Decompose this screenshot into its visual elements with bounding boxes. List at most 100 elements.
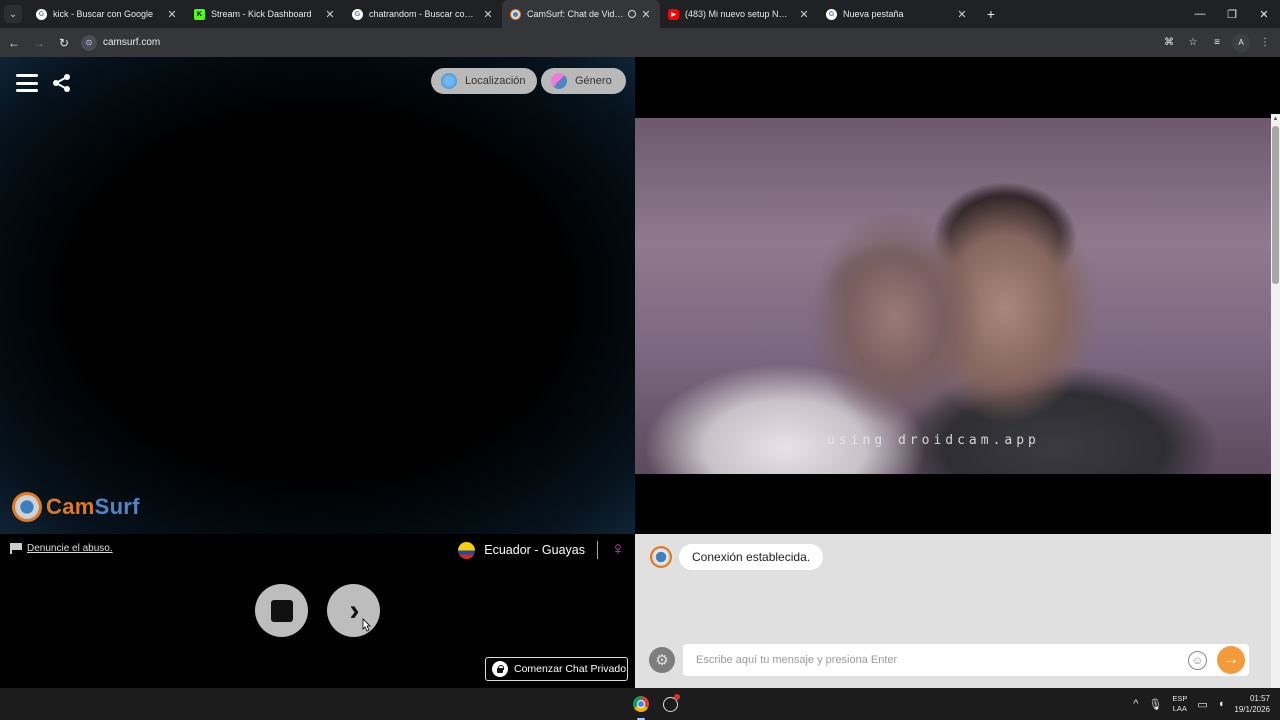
ecuador-flag-icon: [458, 541, 476, 559]
tab-kick-dashboard[interactable]: K Stream - Kick Dashboard ✕: [186, 0, 344, 28]
toolbar-actions: ⌘ ☆ ≡ A ⋮: [1160, 28, 1274, 57]
browser-tab-bar: ⌄ G kick - Buscar con Google ✕ K Stream …: [0, 0, 1280, 28]
close-icon[interactable]: ✕: [798, 8, 810, 21]
tab-title: Nueva pestaña: [843, 9, 904, 19]
tab-camsurf[interactable]: CamSurf: Chat de Video Al ✕: [502, 0, 660, 28]
female-icon: ♀: [610, 539, 625, 560]
tab-new-tab[interactable]: G Nueva pestaña ✕: [818, 0, 976, 28]
gender-filter-label: Género: [575, 75, 612, 87]
close-window-icon[interactable]: ✕: [1248, 0, 1280, 28]
microphone-icon[interactable]: 🎙: [1148, 698, 1162, 711]
close-icon[interactable]: ✕: [324, 8, 336, 21]
menu-icon[interactable]: [16, 74, 38, 92]
minimize-icon[interactable]: —: [1184, 0, 1216, 28]
google-icon: G: [352, 8, 363, 20]
controls-panel: Denuncie el abuso. Ecuador - Guayas ♀ › …: [0, 534, 635, 688]
tab-chatrandom-search[interactable]: G chatrandom - Buscar con Google ✕: [344, 0, 502, 28]
windows-start-icon[interactable]: [603, 696, 618, 711]
tab-title: kick - Buscar con Google: [53, 9, 154, 19]
recording-icon: [628, 10, 636, 18]
scroll-thumb[interactable]: [1272, 126, 1279, 284]
chevron-right-icon: ›: [349, 593, 360, 627]
maximize-icon[interactable]: ❐: [1216, 0, 1248, 28]
tab-search-button[interactable]: ⌄: [4, 5, 22, 23]
language-indicator[interactable]: ESP LAA: [1172, 694, 1187, 714]
camsurf-icon: [510, 8, 521, 20]
google-icon: G: [36, 8, 47, 20]
close-icon[interactable]: ✕: [166, 8, 178, 21]
stop-button[interactable]: [255, 584, 308, 637]
gender-icon: [551, 73, 567, 89]
obs-taskbar-icon[interactable]: [659, 693, 681, 715]
forward-icon[interactable]: →: [28, 32, 50, 54]
partner-location-label: Ecuador - Guayas: [484, 543, 585, 557]
send-button[interactable]: →: [1217, 646, 1245, 674]
report-abuse-link[interactable]: Denuncie el abuso.: [10, 543, 113, 554]
chat-message-input[interactable]: [683, 644, 1173, 676]
close-icon[interactable]: ✕: [482, 8, 494, 21]
clock[interactable]: 01:57 19/1/2026: [1234, 693, 1270, 715]
camsurf-avatar: [650, 546, 672, 568]
partner-location: Ecuador - Guayas: [458, 541, 598, 559]
window-controls: — ❐ ✕: [1184, 0, 1280, 28]
chevron-up-icon[interactable]: ^: [1133, 698, 1138, 710]
reload-icon[interactable]: ↻: [53, 32, 75, 54]
tab-title: CamSurf: Chat de Video Al: [527, 9, 624, 19]
chat-message: Conexión establecida.: [650, 544, 824, 570]
camsurf-logo-icon: [12, 492, 42, 522]
video-watermark: using droidcam.app: [827, 433, 1040, 448]
tab-title: Stream - Kick Dashboard: [211, 9, 312, 19]
mouse-cursor-icon: [362, 618, 371, 632]
settings-gear-icon[interactable]: ⚙: [649, 647, 675, 673]
site-info-icon[interactable]: ⊙: [81, 34, 97, 51]
scroll-up-icon[interactable]: ▲: [1272, 116, 1279, 124]
location-filter-label: Localización: [465, 75, 526, 87]
youtube-icon: ▶: [668, 8, 679, 20]
google-icon: G: [826, 8, 837, 20]
menu-kebab-icon[interactable]: ⋮: [1256, 34, 1274, 52]
tab-title: chatrandom - Buscar con Google: [369, 9, 478, 19]
lock-icon: [492, 661, 508, 677]
back-icon[interactable]: ←: [3, 32, 25, 54]
local-video-panel: Localización Género CamSurf: [0, 57, 635, 534]
globe-icon: [441, 73, 457, 89]
profile-avatar[interactable]: A: [1232, 33, 1250, 52]
chat-panel: Conexión establecida. ⚙ ☺ →: [635, 534, 1271, 688]
camsurf-page: Localización Género CamSurf using droidc…: [0, 57, 1280, 720]
message-bubble: Conexión establecida.: [679, 544, 824, 570]
new-tab-button[interactable]: +: [982, 6, 1000, 22]
windows-taskbar: ^ 🎙 ESP LAA ▭ ◖ 01:57 19/1/2026: [0, 688, 1280, 720]
report-abuse-label: Denuncie el abuso.: [27, 543, 113, 554]
volume-icon[interactable]: ◖: [1218, 698, 1225, 710]
bookmark-star-icon[interactable]: ☆: [1184, 34, 1202, 52]
url-text: camsurf.com: [103, 37, 161, 48]
tab-title: (483) Mi nuevo setup NO SE VE: [685, 9, 794, 19]
translate-icon[interactable]: ⌘: [1160, 34, 1178, 52]
tab-youtube[interactable]: ▶ (483) Mi nuevo setup NO SE VE ✕: [660, 0, 818, 28]
gender-filter-button[interactable]: Género: [541, 68, 626, 94]
tab-kick-search[interactable]: G kick - Buscar con Google ✕: [28, 0, 186, 28]
page-scrollbar[interactable]: ▲ ▼: [1271, 114, 1280, 720]
divider: [597, 541, 598, 559]
emoji-icon[interactable]: ☺: [1188, 651, 1207, 670]
network-icon[interactable]: ▭: [1197, 698, 1207, 711]
system-tray: ^ 🎙 ESP LAA ▭ ◖ 01:57 19/1/2026: [1133, 688, 1270, 720]
flag-icon: [10, 543, 22, 554]
remote-video-panel: using droidcam.app: [635, 57, 1271, 534]
camsurf-logo: CamSurf: [12, 492, 140, 522]
location-filter-button[interactable]: Localización: [431, 68, 537, 94]
private-chat-label: Comenzar Chat Privado: [514, 663, 627, 675]
start-private-chat-button[interactable]: Comenzar Chat Privado: [485, 657, 628, 681]
address-bar[interactable]: ⊙ camsurf.com: [81, 31, 1121, 54]
close-icon[interactable]: ✕: [640, 8, 652, 21]
next-button[interactable]: ›: [327, 584, 380, 637]
logo-text: CamSurf: [46, 494, 140, 519]
chat-input-container: ☺ →: [683, 644, 1249, 676]
remote-video-frame: using droidcam.app: [635, 118, 1271, 474]
close-icon[interactable]: ✕: [956, 8, 968, 21]
kick-icon: K: [194, 8, 205, 20]
share-icon[interactable]: [52, 73, 72, 93]
chrome-taskbar-icon[interactable]: [630, 693, 652, 720]
media-controls-icon[interactable]: ≡: [1208, 34, 1226, 52]
stop-icon: [270, 599, 293, 622]
